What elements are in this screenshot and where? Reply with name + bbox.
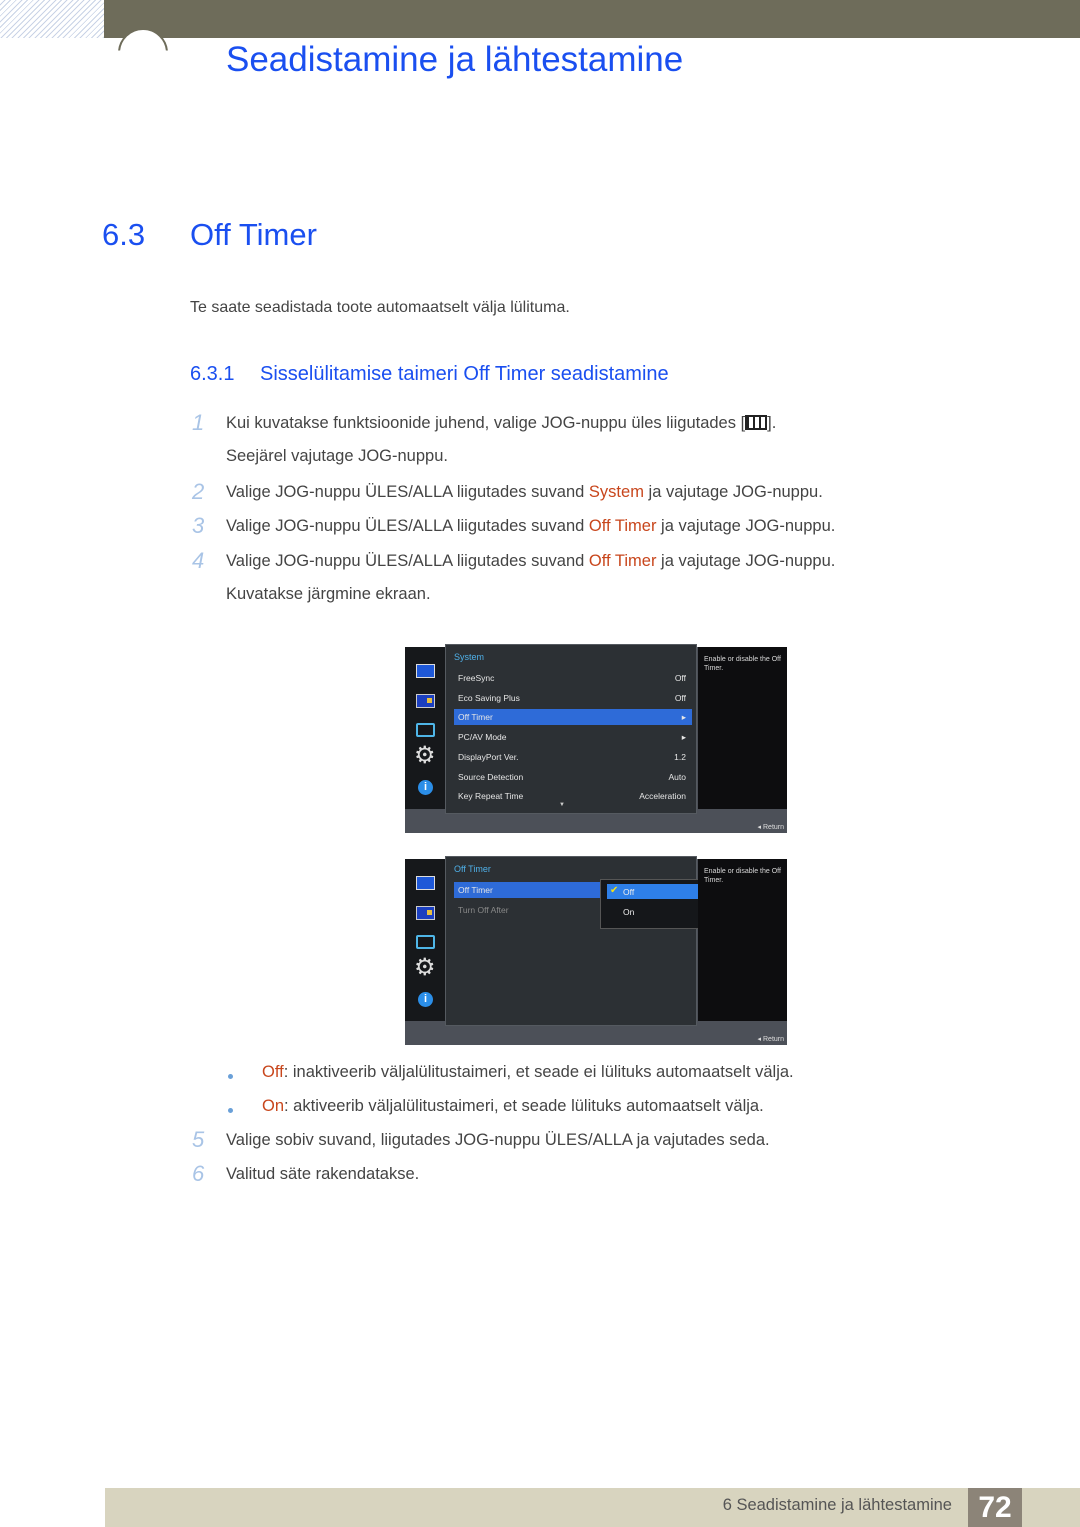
chapter-title: Seadistamine ja lähtestamine <box>226 40 684 79</box>
step-4-line2: Kuvatakse järgmine ekraan. <box>226 585 431 603</box>
step-number: 6 <box>192 1161 205 1186</box>
monitor-icon <box>416 664 435 678</box>
step-1-line2: Seejärel vajutage JOG-nuppu. <box>226 447 448 465</box>
step-number: 5 <box>192 1127 205 1152</box>
bullet-dot <box>228 1108 233 1113</box>
bullet-dot <box>228 1074 233 1079</box>
return-button[interactable]: ◂ Return <box>758 823 784 831</box>
info-icon: i <box>418 780 433 795</box>
screen-size-icon <box>416 723 435 737</box>
return-button[interactable]: ◂ Return <box>758 1035 784 1043</box>
osd-sidebar: ⚙ i <box>405 859 445 1021</box>
osd-row-eco-saving-plus[interactable]: Eco Saving Plus Off <box>454 690 692 706</box>
step-text: ja vajutage JOG-nuppu. <box>643 483 823 501</box>
bullet-text: : inaktiveerib väljalülitustaimeri, et s… <box>283 1063 794 1081</box>
osd-row-source-detection[interactable]: Source Detection Auto <box>454 769 692 785</box>
step-number: 3 <box>192 513 205 538</box>
row-label: Off Timer <box>458 712 493 722</box>
step-3: Valige JOG-nuppu ÜLES/ALLA liigutades su… <box>226 517 835 536</box>
section-intro: Te saate seadistada toote automaatselt v… <box>190 299 570 316</box>
osd-main-panel: System FreeSync Off Eco Saving Plus Off Of… <box>445 644 697 814</box>
highlight-term: Off Timer <box>588 552 657 570</box>
monitor-icon <box>416 876 435 890</box>
section-title: Off Timer <box>190 217 317 252</box>
step-text: Valige JOG-nuppu ÜLES/ALLA liigutades su… <box>226 483 589 501</box>
osd-row-key-repeat-time[interactable]: Key Repeat Time Acceleration <box>454 788 692 804</box>
step-4: Valige JOG-nuppu ÜLES/ALLA liigutades su… <box>226 552 835 571</box>
info-icon: i <box>418 992 433 1007</box>
highlight-term: System <box>588 483 644 501</box>
highlight-term: Off Timer <box>588 517 657 535</box>
step-number: 1 <box>192 410 205 435</box>
bullet-off: Off: inaktiveerib väljalülitustaimeri, e… <box>262 1063 794 1082</box>
step-text: ja vajutage JOG-nuppu. <box>656 517 836 535</box>
osd-sidebar: ⚙ i <box>405 647 445 809</box>
arrow-right-icon: ▸ <box>681 732 686 742</box>
step-5: Valige sobiv suvand, liigutades JOG-nupp… <box>226 1131 770 1149</box>
subsection-title: Sisselülitamise taimeri Off Timer seadis… <box>260 363 669 385</box>
row-label: PC/AV Mode <box>458 732 507 742</box>
row-label: DisplayPort Ver. <box>458 752 519 762</box>
step-text: Valige JOG-nuppu ÜLES/ALLA liigutades su… <box>226 517 589 535</box>
option-label: On <box>623 907 635 917</box>
step-1: Kui kuvatakse funktsioonide juhend, vali… <box>226 414 776 433</box>
page-number: 72 <box>968 1488 1022 1527</box>
header-bar <box>104 0 1080 38</box>
subsection-number: 6.3.1 <box>190 363 235 385</box>
osd-help-panel: Enable or disable the Off Timer. <box>698 647 787 809</box>
screen-size-icon <box>416 935 435 949</box>
highlight-term: On <box>262 1097 285 1115</box>
row-value: 1.2 <box>674 752 686 762</box>
arrow-right-icon: ▸ <box>681 712 686 722</box>
highlight-term: Off <box>262 1063 284 1081</box>
section-number: 6.3 <box>102 217 146 252</box>
row-value: Acceleration <box>639 791 686 801</box>
row-label: Turn Off After <box>458 905 509 915</box>
picture-icon <box>416 906 435 920</box>
help-text: Enable or disable the Off Timer. <box>704 656 781 672</box>
row-label: FreeSync <box>458 673 495 683</box>
step-text: ]. <box>767 414 777 432</box>
gear-icon: ⚙ <box>414 742 436 769</box>
osd-title: Off Timer <box>454 864 491 874</box>
osd-row-off-timer[interactable]: Off Timer ▸ <box>454 709 692 725</box>
option-label: Off <box>623 887 635 897</box>
gear-icon: ⚙ <box>414 954 436 981</box>
osd-help-panel: Enable or disable the Off Timer. <box>698 859 787 1021</box>
osd-row-displayport-ver[interactable]: DisplayPort Ver. 1.2 <box>454 749 692 765</box>
row-label: Key Repeat Time <box>458 791 524 801</box>
step-number: 4 <box>192 548 205 573</box>
picture-icon <box>416 694 435 708</box>
step-text: Valige JOG-nuppu ÜLES/ALLA liigutades su… <box>226 552 589 570</box>
chapter-badge <box>118 28 168 51</box>
osd-row-off-timer[interactable]: Off Timer <box>454 882 600 898</box>
step-2: Valige JOG-nuppu ÜLES/ALLA liigutades su… <box>226 483 823 502</box>
step-text: Kui kuvatakse funktsioonide juhend, vali… <box>226 414 746 432</box>
bullet-text: : aktiveerib väljalülitustaimeri, et sea… <box>284 1097 764 1115</box>
osd-row-pc-av-mode[interactable]: PC/AV Mode ▸ <box>454 729 692 745</box>
page-footer: 6 Seadistamine ja lähtestamine <box>105 1488 1080 1527</box>
osd-row-turn-off-after[interactable]: Turn Off After <box>454 902 600 918</box>
row-label: Eco Saving Plus <box>458 693 520 703</box>
scroll-down-icon[interactable]: ▼ <box>559 802 565 808</box>
check-icon: ✔ <box>610 885 619 896</box>
row-value: Off <box>674 693 686 703</box>
step-number: 2 <box>192 479 205 504</box>
menu-grid-icon <box>745 415 768 430</box>
footer-chapter: 6 Seadistamine ja lähtestamine <box>722 1496 952 1514</box>
row-value: Auto <box>668 772 687 782</box>
osd-row-freesync[interactable]: FreeSync Off <box>454 670 692 686</box>
row-label: Off Timer <box>458 885 493 895</box>
help-text: Enable or disable the Off Timer. <box>704 868 781 884</box>
row-value: Off <box>674 673 686 683</box>
step-text: ja vajutage JOG-nuppu. <box>656 552 836 570</box>
osd-title: System <box>454 652 485 662</box>
osd-system-menu: ⚙ i System FreeSync Off Eco Saving Plus Of… <box>405 644 787 833</box>
osd-main-panel: Off Timer Off Timer Turn Off After ✔ Off … <box>445 856 730 1026</box>
step-6: Valitud säte rakendatakse. <box>226 1165 420 1183</box>
bullet-on: On: aktiveerib väljalülitustaimeri, et s… <box>262 1097 764 1116</box>
row-label: Source Detection <box>458 772 524 782</box>
osd-off-timer-menu: ⚙ i Off Timer Off Timer Turn Off After ✔… <box>405 856 787 1045</box>
header-hatch <box>0 0 104 38</box>
